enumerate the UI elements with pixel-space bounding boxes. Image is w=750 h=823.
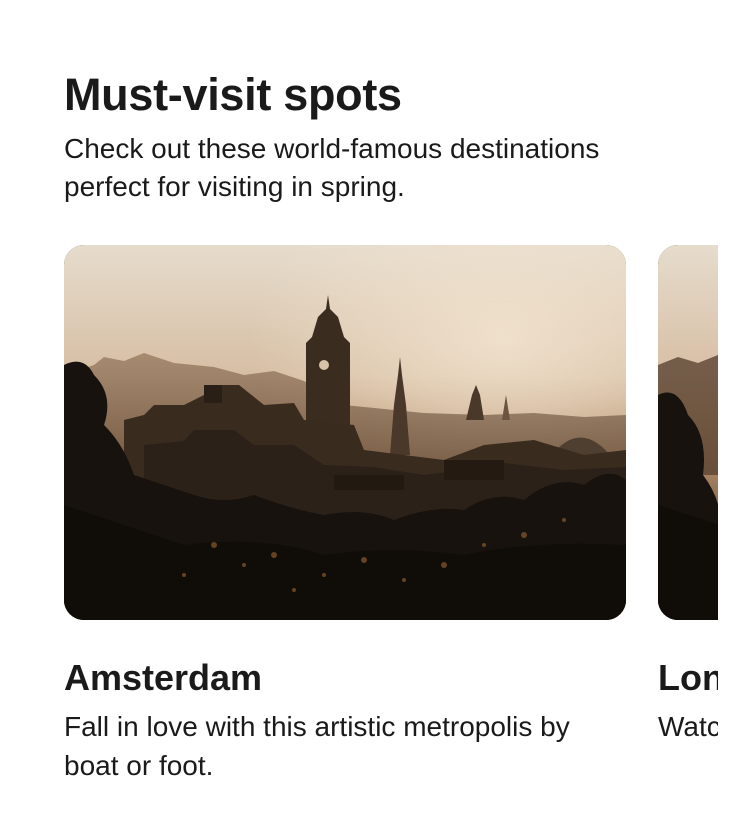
destination-description: Watch the world go by from the riverbank… [658,711,718,742]
destination-carousel[interactable]: Amsterdam Fall in love with this artisti… [0,0,718,823]
destination-photo[interactable] [64,245,626,620]
destination-photo[interactable] [658,245,718,620]
must-visit-section: Must-visit spots Check out these world-f… [0,0,750,823]
destination-title[interactable]: London [658,655,718,701]
destination-description: Fall in love with this artistic metropol… [64,711,570,781]
city-skyline-photo-icon [658,245,718,620]
destination-card[interactable]: London Watch the world go by from the ri… [658,245,718,742]
destination-title[interactable]: Amsterdam [64,655,262,701]
destination-card[interactable]: Amsterdam Fall in love with this artisti… [64,245,626,781]
city-skyline-photo-icon [64,245,626,620]
